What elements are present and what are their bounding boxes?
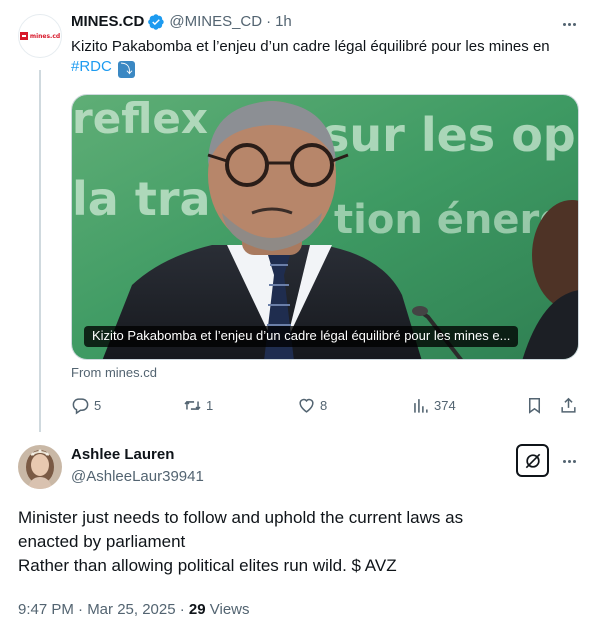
verified-badge-icon[interactable] <box>147 13 165 31</box>
thread-connector-line <box>39 70 41 432</box>
bookmark-button[interactable] <box>525 396 544 415</box>
heart-icon <box>299 398 314 413</box>
author-name[interactable]: MINES.CD <box>71 12 144 32</box>
more-icon[interactable] <box>558 13 580 35</box>
mines-cd-avatar[interactable]: mines.cd <box>18 14 62 58</box>
repost-count: 1 <box>206 398 214 413</box>
grok-button[interactable] <box>516 444 549 477</box>
more-icon[interactable] <box>558 450 580 472</box>
reply-author-handle[interactable]: @AshleeLaur39941 <box>71 467 204 487</box>
reply-icon <box>72 398 89 415</box>
card-image: reflex sur les opp la tra tion énerg <box>72 95 579 359</box>
share-icon <box>561 397 576 413</box>
views-icon <box>414 399 428 413</box>
logo-square-icon <box>19 32 28 40</box>
views-button[interactable]: 374 <box>411 396 456 415</box>
tweet-time[interactable]: 1h <box>275 12 292 32</box>
tweet-text: Kizito Pakabomba et l’enjeu d’un cadre l… <box>71 37 571 78</box>
bg-word-1: reflex <box>72 95 208 143</box>
tweet-header: MINES.CD @MINES_CD · 1h <box>71 12 292 32</box>
bg-word-3: la tra <box>72 172 211 226</box>
reply-timestamp[interactable]: 9:47 PM · Mar 25, 2025 · <box>18 601 189 618</box>
grok-icon <box>525 453 540 468</box>
like-count: 8 <box>320 398 328 413</box>
reply-views-label: Views <box>205 601 250 618</box>
bg-word-2: sur les opp <box>322 108 579 162</box>
card-caption: Kizito Pakabomba et l’enjeu d’un cadre l… <box>84 326 519 347</box>
author-handle[interactable]: @MINES_CD <box>169 12 262 32</box>
reply-count: 5 <box>94 398 102 413</box>
bg-word-4: tion énerg <box>334 197 568 243</box>
reply-line-1: Minister just needs to follow and uphold… <box>18 508 464 527</box>
share-button[interactable] <box>559 396 578 415</box>
logo-text: mines.cd <box>29 32 61 40</box>
card-source[interactable]: From mines.cd <box>71 365 157 381</box>
tweet-body: Kizito Pakabomba et l’enjeu d’un cadre l… <box>71 38 550 55</box>
reply-meta: 9:47 PM · Mar 25, 2025 · 29 Views <box>18 600 250 620</box>
reply-text: Minister just needs to follow and uphold… <box>18 506 578 578</box>
reply-author-name[interactable]: Ashlee Lauren <box>71 445 174 465</box>
reply-line-2: enacted by parliament <box>18 532 186 551</box>
ashlee-avatar[interactable] <box>18 445 62 489</box>
bookmark-icon <box>528 398 541 414</box>
action-bar: 5 1 8 374 <box>71 396 583 420</box>
views-count: 374 <box>434 398 456 413</box>
separator-dot: · <box>266 13 272 30</box>
reply-line-3: Rather than allowing political elites ru… <box>18 556 397 575</box>
link-card[interactable]: reflex sur les opp la tra tion énerg Kiz… <box>71 94 579 360</box>
repost-button[interactable]: 1 <box>183 396 213 415</box>
mines-cd-logo: mines.cd <box>19 32 61 40</box>
hashtag-link[interactable]: #RDC <box>71 58 112 75</box>
like-button[interactable]: 8 <box>297 396 327 415</box>
arrow-down-emoji-icon: ⤵ <box>118 60 136 78</box>
reply-views-count: 29 <box>188 601 206 618</box>
repost-icon <box>184 400 201 411</box>
reply-button[interactable]: 5 <box>71 396 101 415</box>
